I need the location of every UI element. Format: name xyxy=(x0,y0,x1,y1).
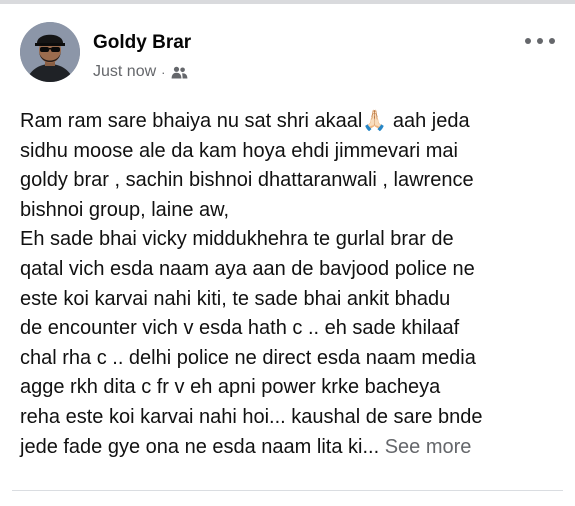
post-line-last: jede fade gye ona ne esda naam lita ki..… xyxy=(20,433,560,463)
profile-photo-icon xyxy=(20,22,80,82)
see-more-link[interactable]: See more xyxy=(385,436,472,458)
friends-icon[interactable] xyxy=(171,66,188,79)
post-line-1: Ram ram sare bhaiya nu sat shri akaal🙏🏻 … xyxy=(20,107,560,137)
post-line: reha este koi karvai nahi hoi... kaushal… xyxy=(20,405,483,428)
post-line: sidhu moose ale da kam hoya ehdi jimmeva… xyxy=(20,139,458,162)
post-line-text: aah jeda xyxy=(387,110,470,132)
meta-separator: · xyxy=(161,64,166,80)
more-options-icon[interactable] xyxy=(525,32,555,50)
post-line: Eh sade bhai vicky middukhehra te gurlal… xyxy=(20,228,454,251)
post-line: agge rkh dita c fr v eh apni power krke … xyxy=(20,376,441,399)
post-meta: Just now · xyxy=(93,63,188,81)
author-name[interactable]: Goldy Brar xyxy=(93,32,191,54)
top-divider xyxy=(0,0,575,4)
post-header: Goldy Brar Just now · xyxy=(20,22,559,88)
post-line: qatal vich esda naam aya aan de bavjood … xyxy=(20,257,475,280)
post-line: chal rha c .. delhi police ne direct esd… xyxy=(20,346,476,369)
post-line: este koi karvai nahi kiti, te sade bhai … xyxy=(20,287,451,310)
post-line: bishnoi group, laine aw, xyxy=(20,198,230,221)
post-line-text: Ram ram sare bhaiya nu sat shri akaal xyxy=(20,110,363,132)
folded-hands-emoji: 🙏🏻 xyxy=(362,110,388,132)
bottom-divider xyxy=(12,490,563,491)
post-body: Ram ram sare bhaiya nu sat shri akaal🙏🏻 … xyxy=(20,107,560,462)
post-line-text: jede fade gye ona ne esda naam lita ki..… xyxy=(20,435,380,458)
avatar[interactable] xyxy=(20,22,80,82)
post-line: goldy brar , sachin bishnoi dhattaranwal… xyxy=(20,169,474,192)
post-time[interactable]: Just now xyxy=(93,63,156,81)
post-line: de encounter vich v esda hath c .. eh sa… xyxy=(20,317,460,340)
